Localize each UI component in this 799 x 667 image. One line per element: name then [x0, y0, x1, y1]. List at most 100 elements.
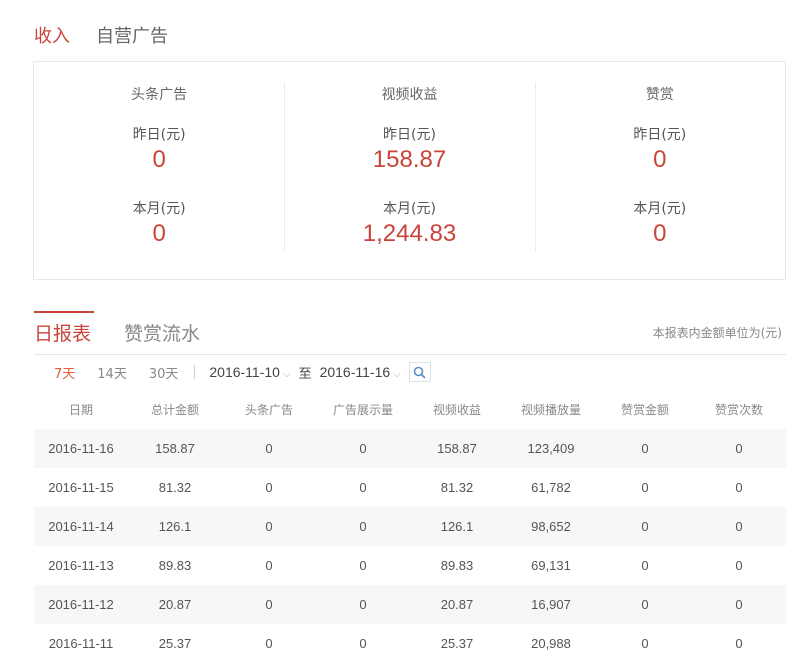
- daily-report-table: 日期 总计金额 头条广告 广告展示量 视频收益 视频播放量 赞赏金额 赞赏次数 …: [34, 389, 786, 663]
- cell-total: 81.32: [158, 480, 192, 495]
- start-date-value: 2016-11-10: [209, 364, 280, 380]
- cell-video-income: 81.32: [440, 480, 474, 495]
- col-video-income: 视频收益: [432, 402, 481, 417]
- cell-date: 2016-11-16: [34, 429, 128, 468]
- end-date-value: 2016-11-16: [319, 364, 391, 380]
- start-date-picker[interactable]: 2016-11-10 ⌵: [209, 364, 290, 380]
- date-range-separator: 至: [298, 366, 312, 382]
- cell-total: 158.87: [128, 429, 222, 468]
- income-tabs: 收入 自营广告: [34, 20, 194, 50]
- month-label: 本月(元): [132, 201, 186, 217]
- filter-divider: [194, 365, 196, 379]
- yesterday-label: 昨日(元): [633, 127, 687, 143]
- cell-date: 2016-11-14: [34, 507, 128, 546]
- range-30-days[interactable]: 30天: [149, 363, 179, 382]
- cell-video-plays: 61,782: [531, 480, 571, 495]
- col-video-plays: 视频播放量: [520, 402, 581, 417]
- cell-video-income: 89.83: [440, 558, 474, 573]
- cell-appreciation-count: 0: [735, 480, 743, 495]
- cell-appreciation-count: 0: [692, 429, 786, 468]
- cell-total: 25.37: [158, 636, 192, 651]
- cell-video-income: 126.1: [410, 507, 504, 546]
- cell-ad-impressions: 0: [359, 636, 367, 651]
- cell-date: 2016-11-13: [48, 558, 114, 573]
- cell-date: 2016-11-12: [34, 585, 128, 624]
- cell-appreciation-amount: 0: [598, 507, 692, 546]
- yesterday-value: 0: [653, 146, 667, 173]
- range-7-days[interactable]: 7天: [54, 363, 75, 382]
- cell-ad-impressions: 0: [316, 585, 410, 624]
- summary-toutiao-ads: 头条广告 昨日(元) 0 本月(元) 0: [34, 62, 284, 279]
- month-value: 0: [653, 220, 667, 247]
- summary-appreciation: 赞赏 昨日(元) 0 本月(元) 0: [534, 62, 785, 279]
- cell-toutiao-ads: 0: [222, 585, 316, 624]
- date-filter-bar: 7天 14天 30天 2016-11-10 ⌵ 至 2016-11-16 ⌵: [54, 360, 431, 384]
- summary-title: 赞赏: [645, 87, 674, 103]
- chevron-down-icon: ⌵: [282, 369, 291, 380]
- search-button[interactable]: [408, 362, 431, 382]
- cell-total: 126.1: [128, 507, 222, 546]
- table-header-row: 日期 总计金额 头条广告 广告展示量 视频收益 视频播放量 赞赏金额 赞赏次数: [34, 389, 786, 429]
- yesterday-value: 158.87: [372, 146, 447, 173]
- col-appreciation-count: 赞赏次数: [714, 402, 763, 417]
- search-icon: [413, 366, 426, 379]
- income-summary-card: 头条广告 昨日(元) 0 本月(元) 0 视频收益 昨日(元) 158.87 本…: [33, 61, 786, 280]
- chevron-down-icon: ⌵: [393, 369, 401, 380]
- cell-appreciation-amount: 0: [641, 480, 649, 495]
- yesterday-value: 0: [152, 146, 166, 173]
- tab-self-ads[interactable]: 自营广告: [96, 22, 168, 48]
- cell-ad-impressions: 0: [316, 429, 410, 468]
- cell-toutiao-ads: 0: [222, 507, 316, 546]
- unit-note: 本报表内金额单位为(元): [652, 326, 782, 340]
- table-row: 2016-11-15 81.32 0 0 81.32 61,782 0 0: [34, 468, 786, 507]
- cell-appreciation-amount: 0: [641, 558, 649, 573]
- cell-date: 2016-11-11: [48, 636, 114, 651]
- yesterday-label: 昨日(元): [132, 127, 186, 143]
- table-row: 2016-11-14 126.1 0 0 126.1 98,652 0 0: [34, 507, 786, 546]
- active-tab-indicator: [34, 311, 94, 313]
- col-date: 日期: [68, 402, 93, 417]
- cell-video-plays: 98,652: [504, 507, 598, 546]
- cell-ad-impressions: 0: [359, 558, 367, 573]
- col-toutiao-ads: 头条广告: [244, 402, 293, 417]
- cell-ad-impressions: 0: [359, 480, 367, 495]
- cell-total: 20.87: [128, 585, 222, 624]
- table-row: 2016-11-12 20.87 0 0 20.87 16,907 0 0: [34, 585, 786, 624]
- cell-appreciation-count: 0: [735, 636, 743, 651]
- cell-ad-impressions: 0: [316, 507, 410, 546]
- col-ad-impressions: 广告展示量: [332, 402, 393, 417]
- cell-video-income: 158.87: [410, 429, 504, 468]
- col-total: 总计金额: [150, 402, 199, 417]
- month-value: 0: [152, 220, 166, 247]
- summary-video-income: 视频收益 昨日(元) 158.87 本月(元) 1,244.83: [284, 62, 534, 279]
- summary-title: 视频收益: [381, 87, 438, 103]
- table-row: 2016-11-11 25.37 0 0 25.37 20,988 0 0: [34, 624, 786, 663]
- table-row: 2016-11-16 158.87 0 0 158.87 123,409 0 0: [34, 429, 786, 468]
- end-date-picker[interactable]: 2016-11-16 ⌵: [320, 364, 401, 380]
- cell-toutiao-ads: 0: [265, 480, 273, 495]
- report-header: 日报表 赞赏流水 本报表内金额单位为(元): [34, 311, 786, 355]
- cell-video-income: 20.87: [410, 585, 504, 624]
- cell-appreciation-amount: 0: [598, 429, 692, 468]
- range-14-days[interactable]: 14天: [97, 363, 127, 382]
- cell-date: 2016-11-15: [48, 480, 114, 495]
- cell-video-plays: 123,409: [504, 429, 598, 468]
- cell-appreciation-count: 0: [692, 585, 786, 624]
- cell-appreciation-count: 0: [735, 558, 743, 573]
- cell-video-plays: 16,907: [504, 585, 598, 624]
- cell-video-plays: 20,988: [531, 636, 571, 651]
- cell-appreciation-amount: 0: [598, 585, 692, 624]
- tab-appreciation-flow[interactable]: 赞赏流水: [124, 319, 200, 346]
- table-row: 2016-11-13 89.83 0 0 89.83 69,131 0 0: [34, 546, 786, 585]
- tab-income[interactable]: 收入: [34, 22, 70, 48]
- cell-toutiao-ads: 0: [265, 636, 273, 651]
- tab-daily-report[interactable]: 日报表: [34, 319, 91, 346]
- month-label: 本月(元): [383, 201, 436, 217]
- cell-video-plays: 69,131: [531, 558, 571, 573]
- cell-appreciation-amount: 0: [641, 636, 649, 651]
- summary-title: 头条广告: [131, 87, 188, 103]
- yesterday-label: 昨日(元): [383, 127, 436, 143]
- cell-total: 89.83: [158, 558, 192, 573]
- col-appreciation-amount: 赞赏金额: [620, 402, 669, 417]
- cell-video-income: 25.37: [440, 636, 474, 651]
